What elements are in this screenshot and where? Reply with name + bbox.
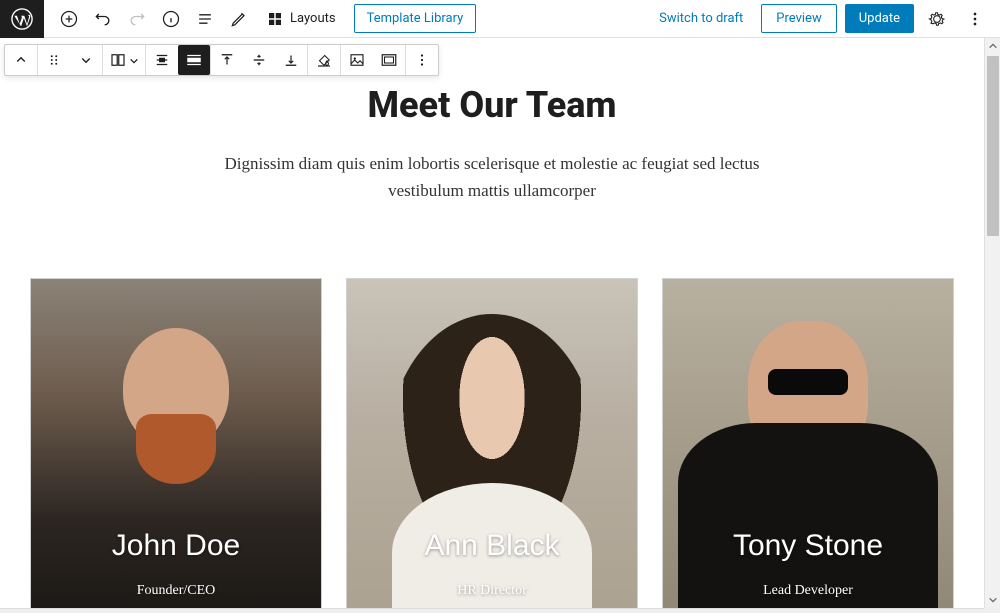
page-subtitle[interactable]: Dignissim diam quis enim lobortis sceler… — [202, 150, 782, 204]
team-member-role[interactable]: HR Director — [457, 583, 527, 599]
scrollbar-thumb[interactable] — [987, 56, 999, 236]
window-corner — [984, 608, 1000, 613]
team-member-card[interactable]: Ann Black HR Director — [346, 278, 638, 608]
sunglasses-overlay — [768, 369, 848, 395]
pencil-icon — [229, 9, 249, 29]
info-button[interactable] — [154, 2, 188, 36]
add-block-button[interactable] — [52, 2, 86, 36]
update-button[interactable]: Update — [845, 4, 914, 33]
team-member-card[interactable]: Tony Stone Lead Developer — [662, 278, 954, 608]
list-icon — [195, 9, 215, 29]
outline-button[interactable] — [188, 2, 222, 36]
plus-circle-icon — [59, 9, 79, 29]
preview-button[interactable]: Preview — [761, 4, 836, 33]
template-library-button[interactable]: Template Library — [354, 4, 477, 33]
wordpress-icon — [11, 8, 33, 30]
vertical-scrollbar[interactable] — [984, 38, 1000, 613]
team-member-role[interactable]: Lead Developer — [763, 583, 853, 599]
layouts-icon — [266, 10, 284, 28]
switch-to-draft-button[interactable]: Switch to draft — [649, 5, 753, 32]
undo-icon — [93, 9, 113, 29]
top-toolbar: Layouts Template Library Switch to draft… — [0, 0, 1000, 38]
team-member-role[interactable]: Founder/CEO — [137, 583, 216, 599]
more-vertical-icon — [965, 9, 985, 29]
wordpress-logo-button[interactable] — [0, 0, 44, 38]
team-member-name[interactable]: John Doe — [112, 529, 240, 563]
layouts-label: Layouts — [290, 11, 336, 26]
chevron-up-icon — [988, 41, 998, 51]
window-resize-border — [0, 608, 1000, 613]
team-columns-block[interactable]: John Doe Founder/CEO Ann Black HR Direct… — [0, 278, 984, 608]
undo-button[interactable] — [86, 2, 120, 36]
info-icon — [161, 9, 181, 29]
page-title[interactable]: Meet Our Team — [0, 84, 984, 126]
edit-mode-button[interactable] — [222, 2, 256, 36]
team-member-card[interactable]: John Doe Founder/CEO — [30, 278, 322, 608]
redo-icon — [127, 9, 147, 29]
chevron-down-icon — [988, 595, 998, 605]
team-member-name[interactable]: Tony Stone — [733, 529, 883, 563]
scrollbar-up-button[interactable] — [985, 38, 1000, 54]
settings-button[interactable] — [922, 4, 952, 34]
more-options-button[interactable] — [960, 4, 990, 34]
gear-icon — [927, 9, 947, 29]
team-member-name[interactable]: Ann Black — [424, 529, 559, 563]
layouts-button[interactable]: Layouts — [256, 4, 346, 34]
redo-button[interactable] — [120, 2, 154, 36]
editor-canvas[interactable]: Meet Our Team Dignissim diam quis enim l… — [0, 38, 984, 608]
scrollbar-down-button[interactable] — [985, 592, 1000, 608]
